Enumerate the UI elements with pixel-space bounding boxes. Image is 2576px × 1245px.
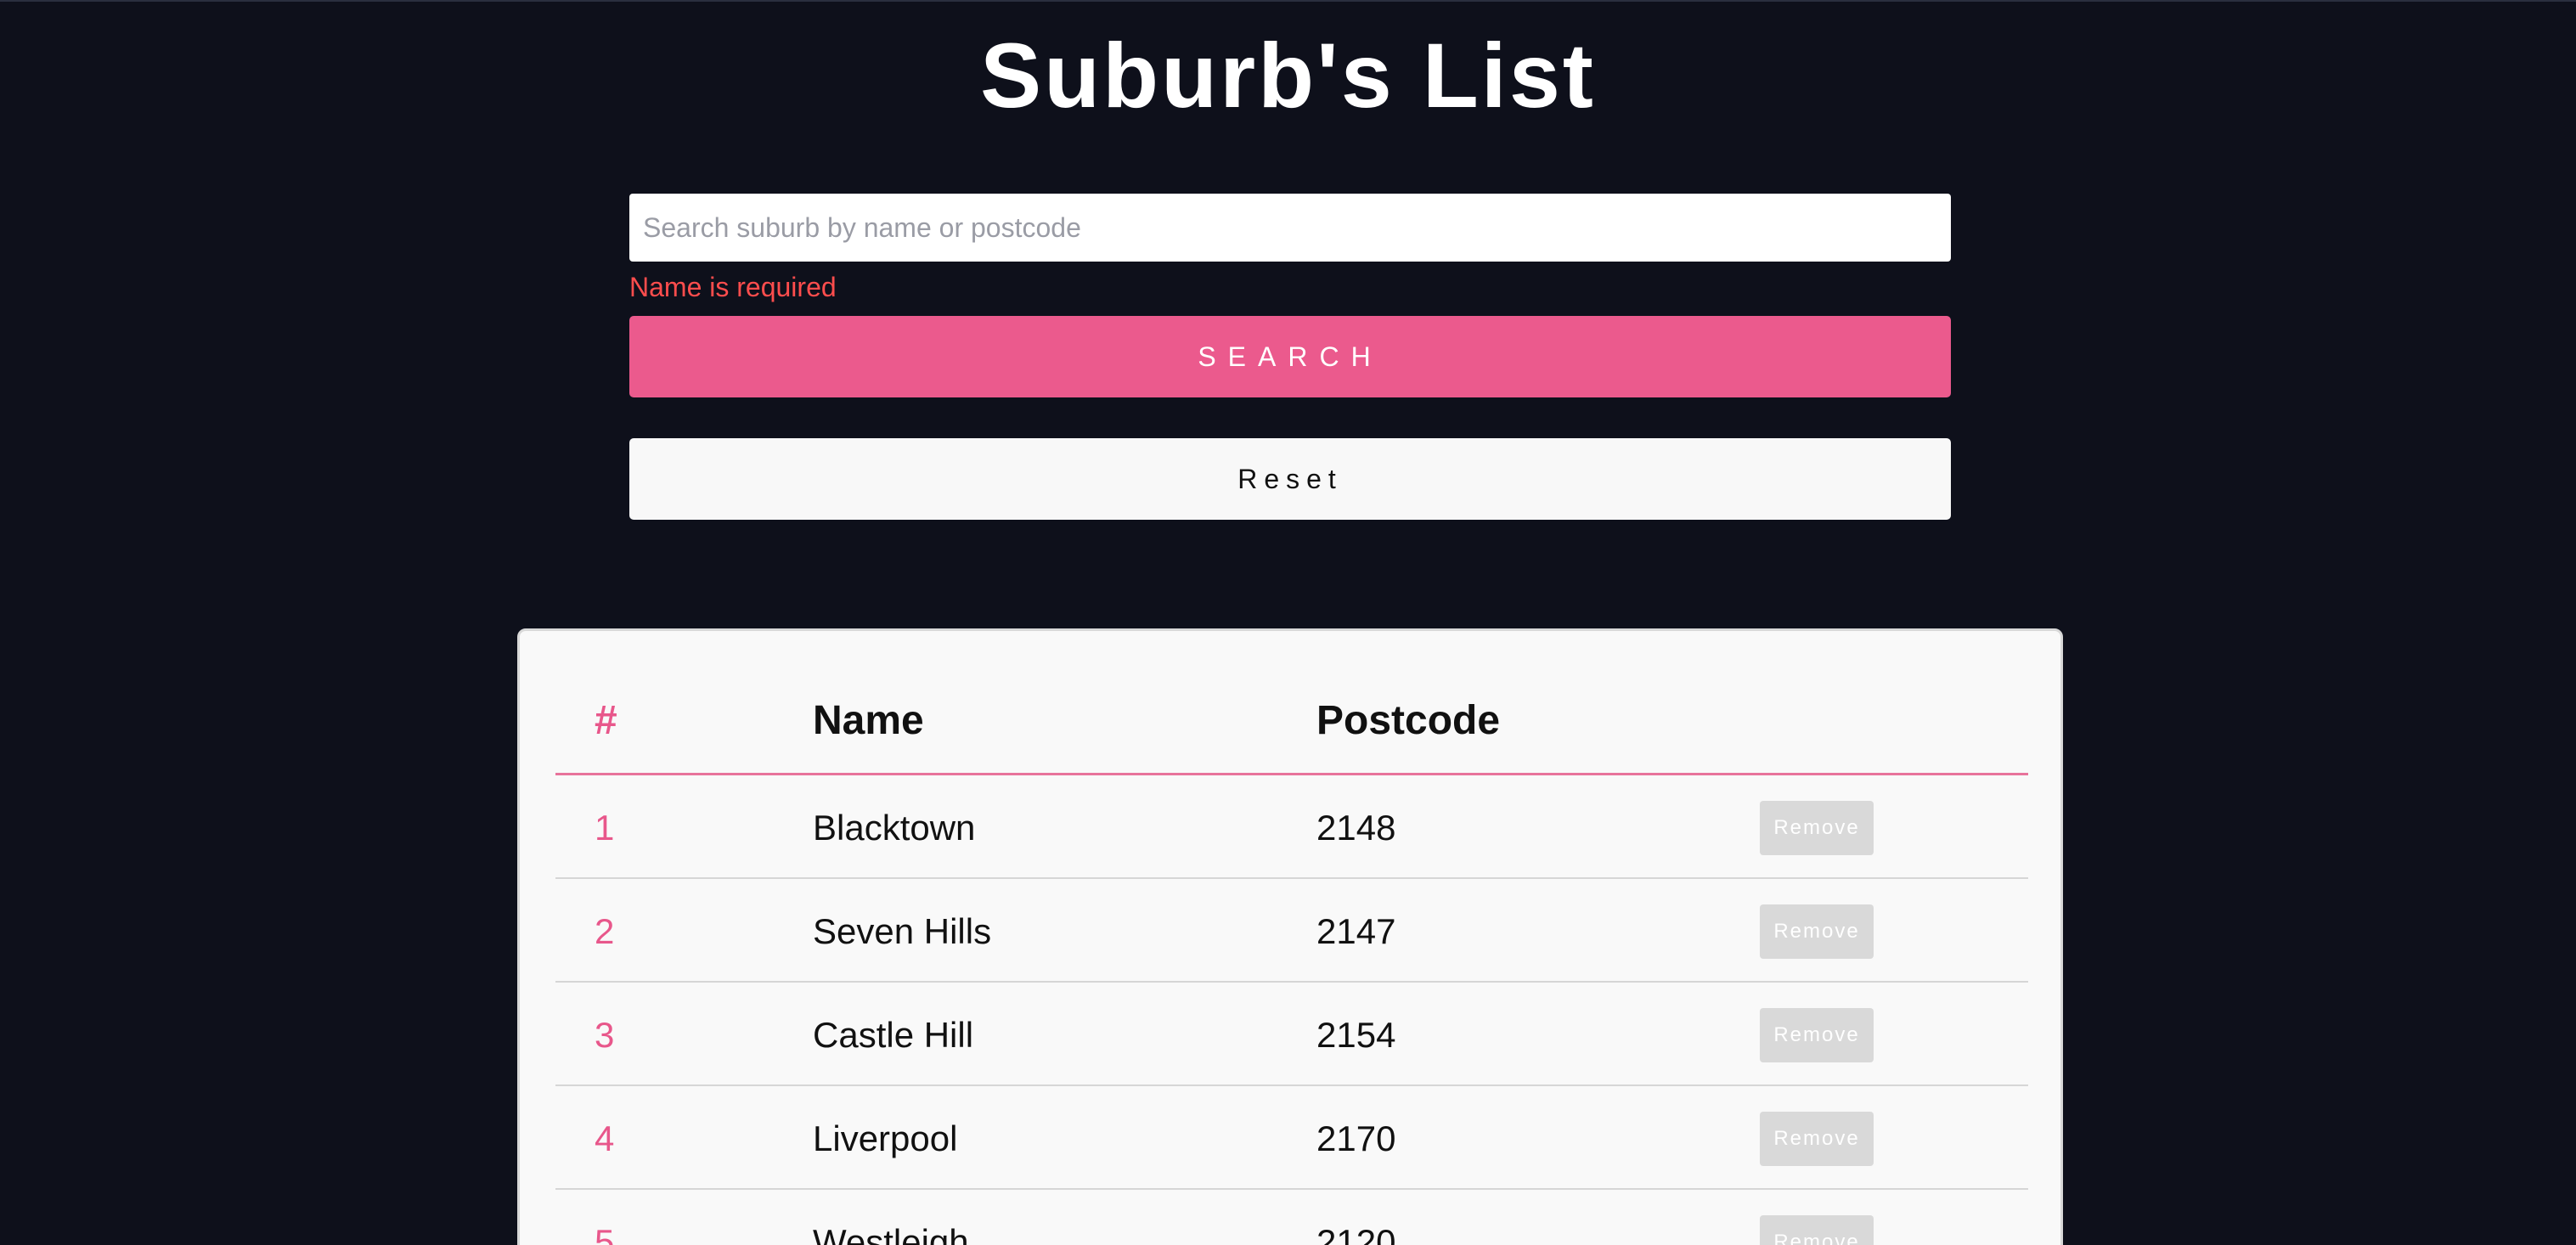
reset-button[interactable]: Reset [629,438,1951,520]
suburb-postcode: 2154 [1316,1015,1396,1055]
search-button[interactable]: SEARCH [629,316,1951,397]
row-number: 4 [595,1118,615,1158]
table-row: 5 Westleigh 2120 Remove [555,1190,2028,1245]
remove-button[interactable]: Remove [1760,1008,1874,1062]
row-number: 3 [595,1015,615,1055]
row-number: 1 [595,808,615,848]
table-header-row: # Name Postcode [555,631,2028,775]
remove-button[interactable]: Remove [1760,1112,1874,1166]
remove-button[interactable]: Remove [1760,1215,1874,1245]
table-row: 4 Liverpool 2170 Remove [555,1086,2028,1190]
suburb-postcode: 2148 [1316,808,1396,848]
page-title: Suburb's List [980,24,1596,127]
suburb-table: # Name Postcode 1 Blacktown 2148 Remove … [555,631,2028,1245]
search-input[interactable] [629,194,1951,262]
suburb-name: Blacktown [813,808,976,848]
row-number: 2 [595,911,615,951]
suburb-name: Westleigh [813,1222,969,1245]
suburb-table-card: # Name Postcode 1 Blacktown 2148 Remove … [517,628,2063,1245]
row-number: 5 [595,1222,615,1245]
table-row: 2 Seven Hills 2147 Remove [555,879,2028,983]
suburb-postcode: 2147 [1316,911,1396,951]
column-header-number: # [595,698,617,743]
table-row: 3 Castle Hill 2154 Remove [555,983,2028,1086]
suburb-name: Castle Hill [813,1015,974,1055]
column-header-postcode: Postcode [1316,698,1501,743]
page: Suburb's List Name is required SEARCH Re… [0,0,2576,1245]
remove-button[interactable]: Remove [1760,801,1874,855]
search-form: Name is required SEARCH Reset [629,194,1951,520]
validation-error: Name is required [629,272,837,302]
table-row: 1 Blacktown 2148 Remove [555,775,2028,879]
suburb-name: Liverpool [813,1118,958,1158]
suburb-name: Seven Hills [813,911,992,951]
column-header-name: Name [813,698,924,743]
suburb-postcode: 2170 [1316,1118,1396,1158]
remove-button[interactable]: Remove [1760,904,1874,959]
suburb-postcode: 2120 [1316,1222,1396,1245]
